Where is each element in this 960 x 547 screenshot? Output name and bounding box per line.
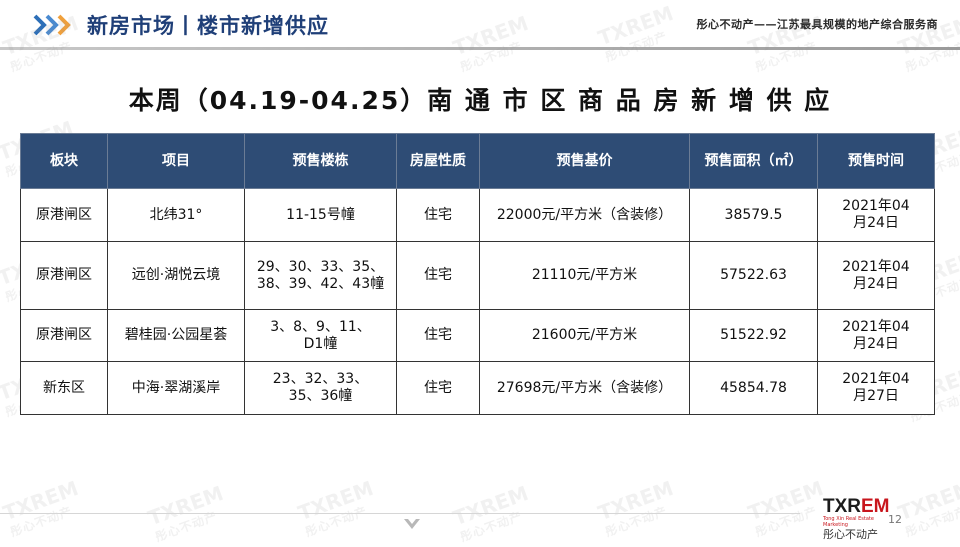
cell-price: 21600元/平方米 xyxy=(479,309,690,362)
cell-date: 2021年04月24日 xyxy=(817,241,935,310)
table-row: 原港闸区 碧桂园·公园星荟 3、8、9、11、D1幢 住宅 21600元/平方米… xyxy=(20,309,935,362)
col-header-date: 预售时间 xyxy=(817,133,935,189)
page-number: 12 xyxy=(888,513,902,526)
brand-logo: TXREM Tong Xin Real Estate Marketing 彤心不… xyxy=(823,496,890,541)
cell-buildings: 11-15号幢 xyxy=(244,188,397,242)
cell-district: 新东区 xyxy=(20,361,108,415)
col-header-price: 预售基价 xyxy=(479,133,690,189)
cell-area: 38579.5 xyxy=(689,188,818,242)
col-header-district: 板块 xyxy=(20,133,108,189)
cell-price: 22000元/平方米（含装修） xyxy=(479,188,690,242)
cell-district: 原港闸区 xyxy=(20,241,108,310)
cell-project: 北纬31° xyxy=(107,188,245,242)
cell-type: 住宅 xyxy=(396,241,480,310)
col-header-type: 房屋性质 xyxy=(396,133,480,189)
col-header-area: 预售面积（㎡） xyxy=(689,133,818,189)
col-header-buildings: 预售楼栋 xyxy=(244,133,397,189)
chevron-down-icon xyxy=(404,519,420,529)
cell-type: 住宅 xyxy=(396,309,480,362)
cell-date: 2021年04月24日 xyxy=(817,188,935,242)
col-header-project: 项目 xyxy=(107,133,245,189)
cell-area: 45854.78 xyxy=(689,361,818,415)
page-title: 本周（04.19-04.25）南 通 市 区 商 品 房 新 增 供 应 xyxy=(128,86,832,115)
table-header-row: 板块 项目 预售楼栋 房屋性质 预售基价 预售面积（㎡） 预售时间 xyxy=(20,133,935,189)
chevron-arrows-icon xyxy=(33,14,71,36)
cell-buildings: 3、8、9、11、D1幢 xyxy=(244,309,397,362)
header-slogan: 彤心不动产——江苏最具规模的地产综合服务商 xyxy=(696,18,938,31)
cell-project: 远创·湖悦云境 xyxy=(107,241,245,310)
supply-table: 板块 项目 预售楼栋 房屋性质 预售基价 预售面积（㎡） 预售时间 原港闸区 北… xyxy=(20,133,935,415)
cell-type: 住宅 xyxy=(396,361,480,415)
cell-project: 碧桂园·公园星荟 xyxy=(107,309,245,362)
cell-price: 21110元/平方米 xyxy=(479,241,690,310)
cell-area: 51522.92 xyxy=(689,309,818,362)
cell-date: 2021年04月27日 xyxy=(817,361,935,415)
table-row: 原港闸区 北纬31° 11-15号幢 住宅 22000元/平方米（含装修） 38… xyxy=(20,188,935,242)
cell-project: 中海·翠湖溪岸 xyxy=(107,361,245,415)
table-row: 新东区 中海·翠湖溪岸 23、32、33、35、36幢 住宅 27698元/平方… xyxy=(20,361,935,415)
cell-date: 2021年04月24日 xyxy=(817,309,935,362)
footer-divider xyxy=(0,513,800,514)
table-row: 原港闸区 远创·湖悦云境 29、30、33、35、38、39、42、43幢 住宅… xyxy=(20,241,935,310)
cell-price: 27698元/平方米（含装修） xyxy=(479,361,690,415)
cell-area: 57522.63 xyxy=(689,241,818,310)
cell-district: 原港闸区 xyxy=(20,188,108,242)
header-title: 新房市场丨楼市新增供应 xyxy=(87,14,329,38)
header-divider xyxy=(0,47,960,50)
cell-buildings: 29、30、33、35、38、39、42、43幢 xyxy=(244,241,397,310)
cell-buildings: 23、32、33、35、36幢 xyxy=(244,361,397,415)
cell-district: 原港闸区 xyxy=(20,309,108,362)
cell-type: 住宅 xyxy=(396,188,480,242)
